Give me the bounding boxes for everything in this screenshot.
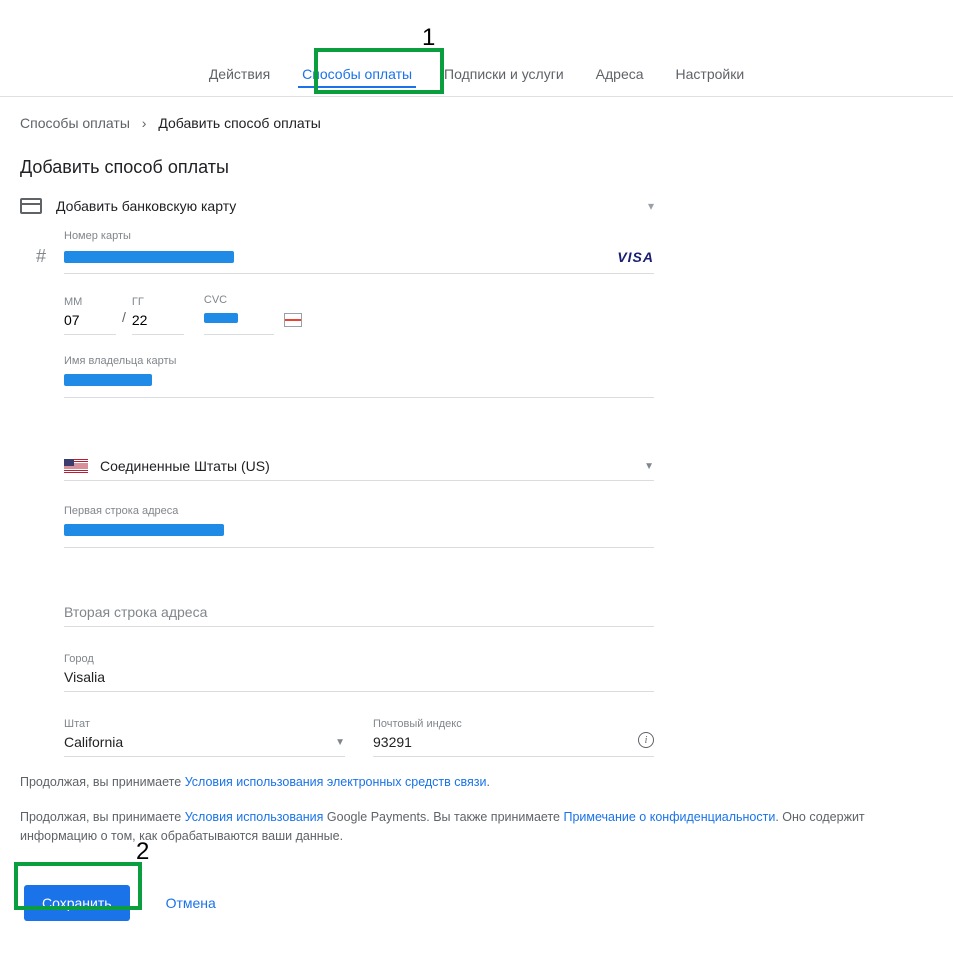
city-value: Visalia <box>64 665 654 685</box>
address-line2-field[interactable]: Вторая строка адреса <box>64 598 654 627</box>
breadcrumb-sep: › <box>134 115 155 131</box>
state-label: Штат <box>64 718 345 730</box>
cvc-value-redacted <box>204 313 238 323</box>
breadcrumb-current: Добавить способ оплаты <box>158 115 320 131</box>
cancel-button[interactable]: Отмена <box>166 895 216 911</box>
link-terms-of-use[interactable]: Условия использования <box>185 810 324 824</box>
expiry-month-field[interactable]: ММ <box>64 296 116 335</box>
expiry-year-field[interactable]: ГГ <box>132 296 184 335</box>
state-field[interactable]: Штат California ▼ <box>64 718 345 757</box>
state-value: California <box>64 734 123 750</box>
page-title: Добавить способ оплаты <box>20 139 933 192</box>
breadcrumb: Способы оплаты › Добавить способ оплаты <box>20 97 933 139</box>
zip-label: Почтовый индекс <box>373 718 654 730</box>
cardholder-name-field[interactable]: Имя владельца карты <box>64 355 654 406</box>
address-line2-placeholder: Вторая строка адреса <box>64 598 654 627</box>
save-button[interactable]: Сохранить <box>24 885 130 921</box>
info-icon[interactable]: i <box>638 732 654 748</box>
cvc-card-icon <box>284 313 302 327</box>
card-icon <box>20 198 42 214</box>
chevron-down-icon: ▾ <box>648 199 654 213</box>
expiry-separator: / <box>116 309 132 335</box>
address-line1-label: Первая строка адреса <box>64 505 654 517</box>
cvc-field[interactable]: CVC <box>204 294 274 335</box>
address-line1-field[interactable]: Первая строка адреса <box>64 505 654 548</box>
terms-text: Продолжая, вы принимаете Условия использ… <box>20 773 933 845</box>
link-privacy-notice[interactable]: Примечание о конфиденциальности <box>563 810 775 824</box>
hash-icon: # <box>36 246 52 267</box>
tab-subscriptions[interactable]: Подписки и услуги <box>428 56 580 96</box>
tab-addresses[interactable]: Адреса <box>580 56 660 96</box>
zip-field[interactable]: Почтовый индекс 93291 i <box>373 718 654 757</box>
card-number-field[interactable]: Номер карты # VISA <box>64 230 654 274</box>
tab-actions[interactable]: Действия <box>193 56 286 96</box>
expiry-month-label: ММ <box>64 296 116 308</box>
tab-payment-methods[interactable]: Способы оплаты <box>286 56 428 96</box>
address-line1-value-redacted <box>64 524 224 536</box>
expiry-year-input[interactable] <box>132 308 184 335</box>
payment-method-label: Добавить банковскую карту <box>56 198 634 214</box>
country-label: Соединенные Штаты (US) <box>100 458 632 474</box>
top-nav: Действия Способы оплаты Подписки и услуг… <box>0 0 953 97</box>
card-number-value-redacted <box>64 251 234 263</box>
annotation-number-1: 1 <box>422 24 435 52</box>
city-field[interactable]: Город Visalia <box>64 653 654 692</box>
country-selector[interactable]: Соединенные Штаты (US) ▼ <box>64 452 654 481</box>
visa-logo: VISA <box>617 249 654 265</box>
annotation-number-2: 2 <box>136 838 149 866</box>
cardholder-name-label: Имя владельца карты <box>64 355 654 367</box>
expiry-month-input[interactable] <box>64 308 116 335</box>
link-e-comm-terms[interactable]: Условия использования электронных средст… <box>185 775 487 789</box>
cvc-label: CVC <box>204 294 274 306</box>
dropdown-icon: ▼ <box>644 461 654 472</box>
city-label: Город <box>64 653 654 665</box>
us-flag-icon <box>64 459 88 473</box>
cardholder-name-value-redacted <box>64 374 152 386</box>
tab-settings[interactable]: Настройки <box>660 56 761 96</box>
card-number-label: Номер карты <box>64 230 654 242</box>
payment-method-selector[interactable]: Добавить банковскую карту ▾ <box>20 192 660 230</box>
dropdown-icon: ▼ <box>335 737 345 748</box>
expiry-year-label: ГГ <box>132 296 184 308</box>
zip-value: 93291 <box>373 730 654 750</box>
breadcrumb-root[interactable]: Способы оплаты <box>20 115 130 131</box>
